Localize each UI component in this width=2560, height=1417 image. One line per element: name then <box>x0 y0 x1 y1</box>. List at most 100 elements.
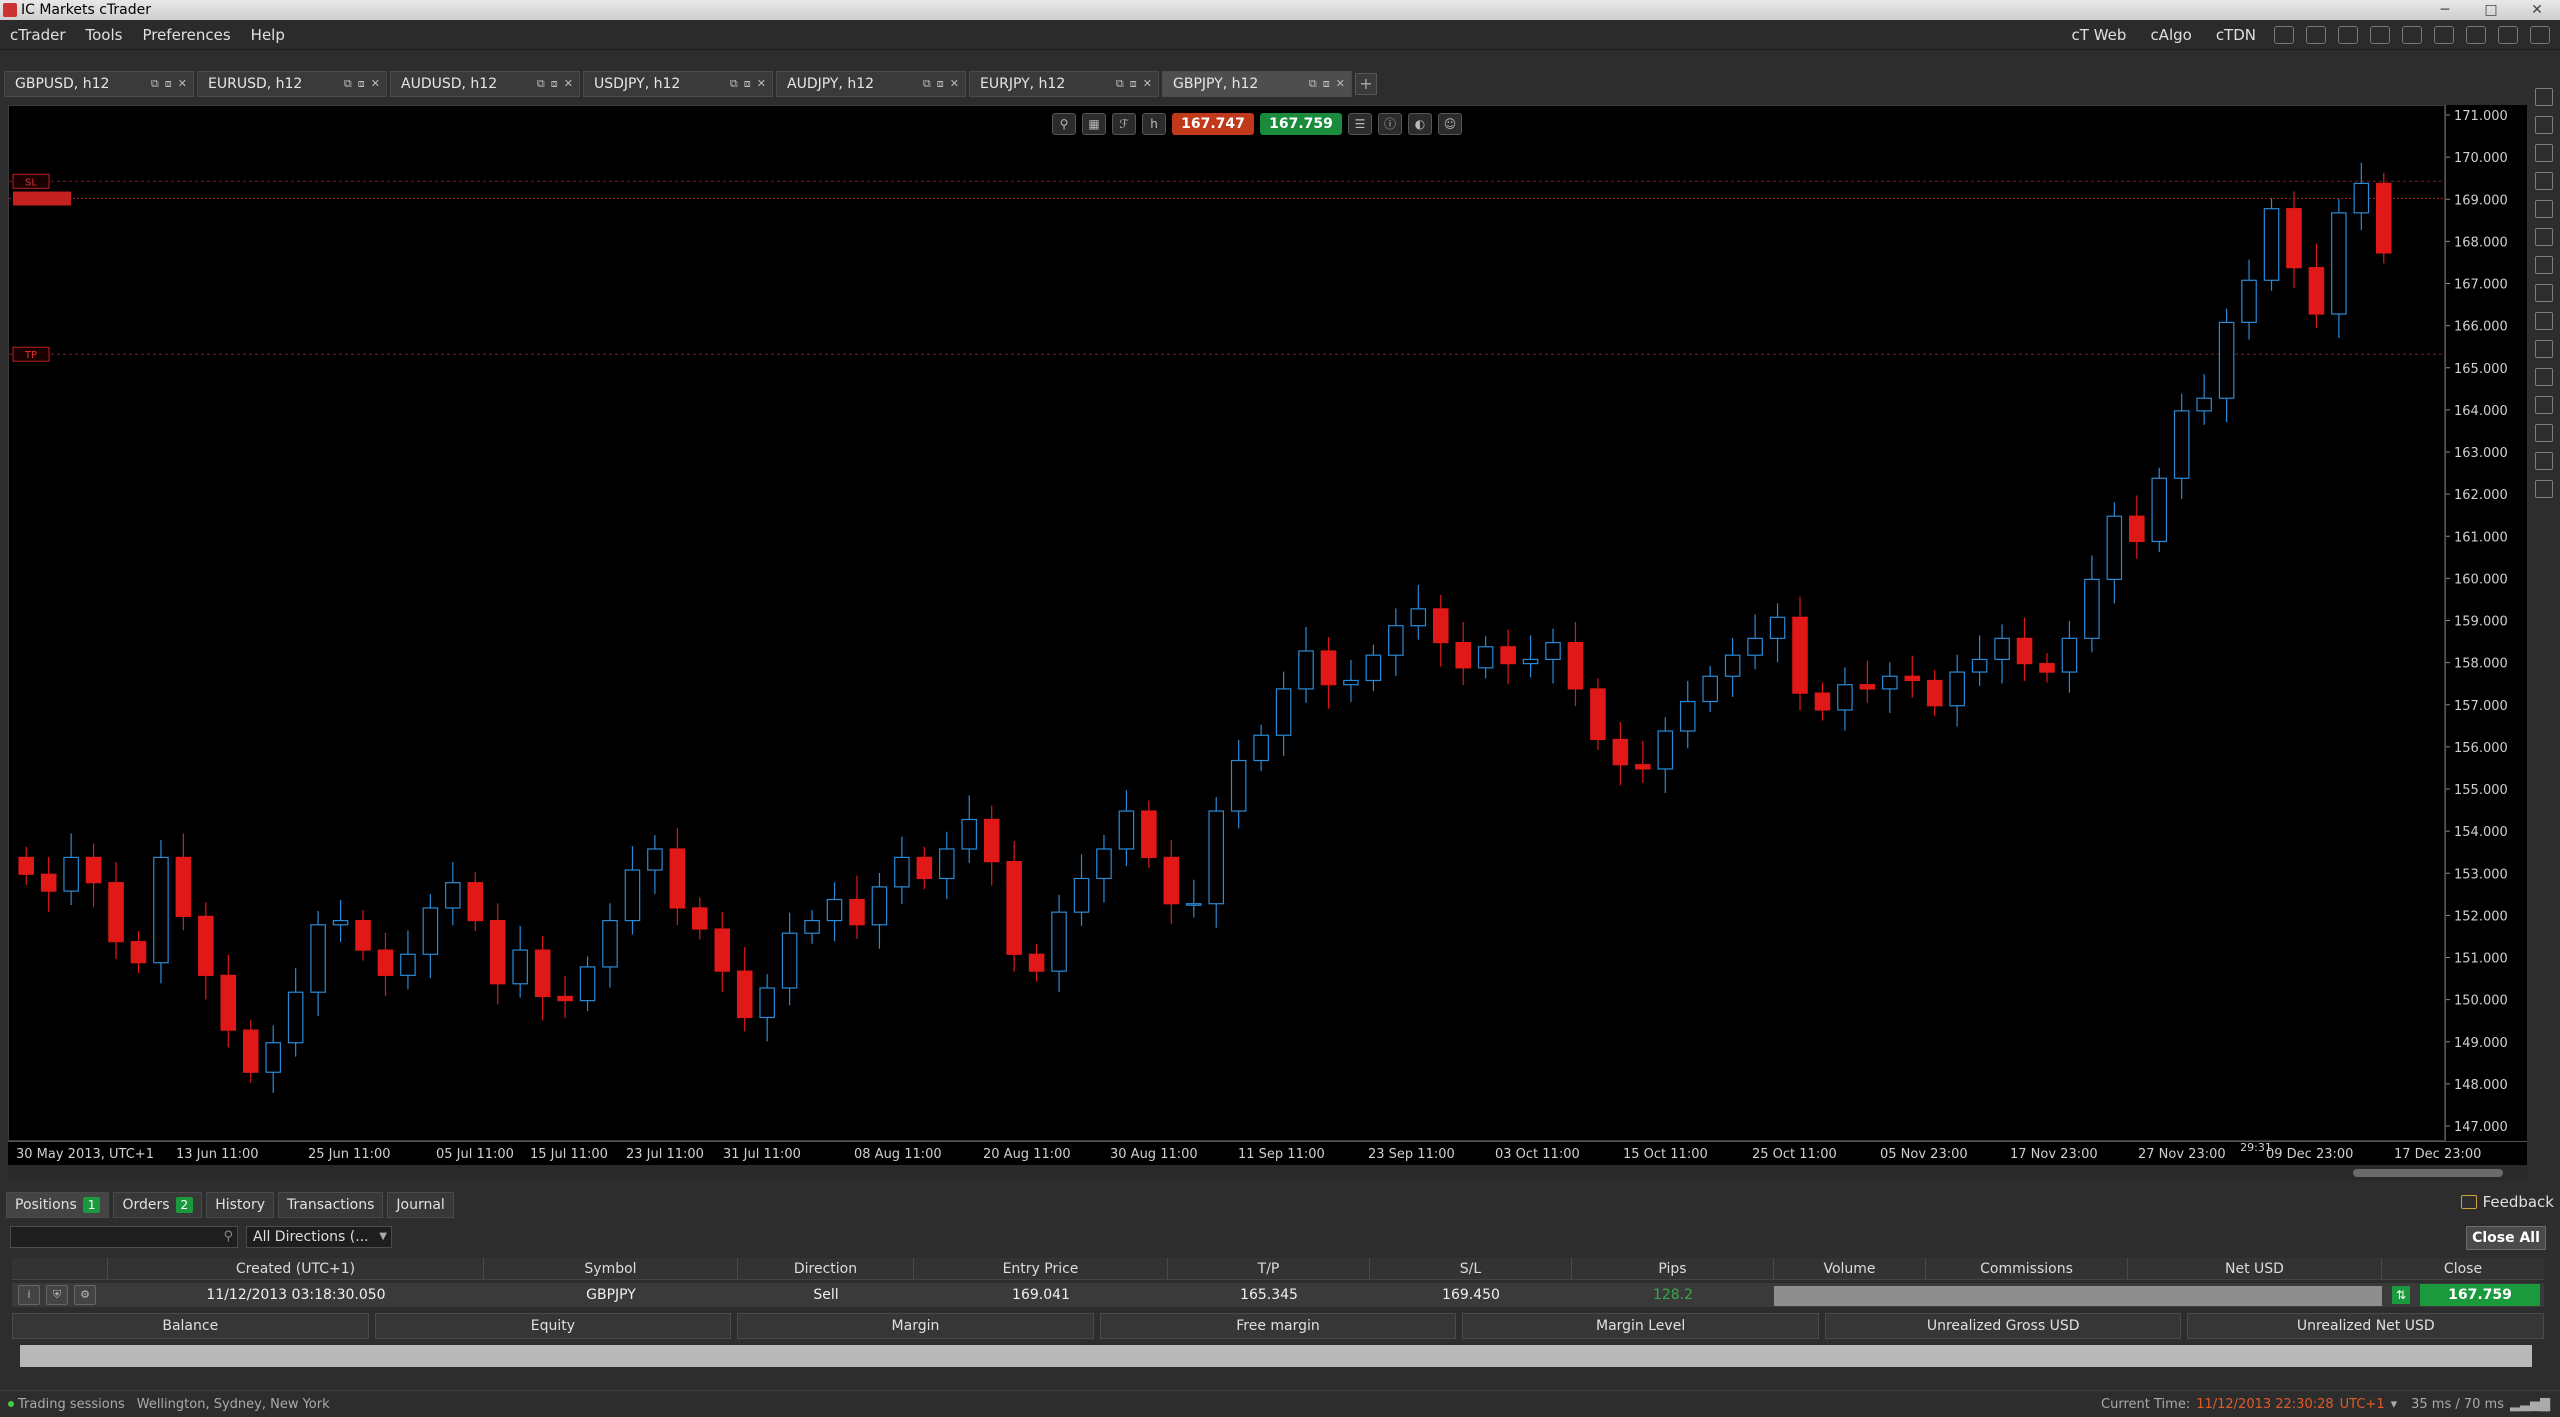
maximize-button[interactable]: □ <box>2468 2 2514 18</box>
link-icon[interactable]: ⧈ <box>744 77 751 91</box>
close-window-button[interactable]: ✕ <box>2514 2 2560 18</box>
close-icon[interactable]: ✕ <box>1143 77 1152 91</box>
feedback-button[interactable]: Feedback <box>2460 1193 2554 1211</box>
color-icon[interactable] <box>2534 452 2553 470</box>
table-row[interactable]: i ⛨ ⚙ 11/12/2013 03:18:30.050 GBPJPY Sel… <box>12 1283 2544 1307</box>
layout-full-icon[interactable] <box>2534 116 2553 134</box>
candlestick-chart[interactable]: SL TP <box>9 106 2446 1142</box>
tab-orders[interactable]: Orders 2 <box>113 1192 203 1218</box>
sentiment-icon[interactable]: ◐ <box>1408 113 1432 135</box>
col-tp[interactable]: T/P <box>1168 1258 1370 1279</box>
chart-tab[interactable]: AUDJPY, h12 ⧉ ⧈ ✕ <box>776 71 966 97</box>
col-commissions[interactable]: Commissions <box>1926 1258 2128 1279</box>
link-icon[interactable]: ⧈ <box>165 77 172 91</box>
calgo-link[interactable]: cAlgo <box>2144 26 2197 44</box>
info-icon[interactable]: ⓘ <box>1378 113 1402 135</box>
close-icon[interactable]: ✕ <box>950 77 959 91</box>
rectangle-icon[interactable] <box>2534 368 2553 386</box>
fibonacci-icon[interactable] <box>2534 312 2553 330</box>
link-icon[interactable]: ⧈ <box>551 77 558 91</box>
crosshair-icon[interactable] <box>2534 200 2553 218</box>
fx-calendar-icon[interactable] <box>2306 25 2326 44</box>
settings-icon[interactable] <box>2338 25 2358 44</box>
col-volume[interactable]: Volume <box>1774 1258 1926 1279</box>
order-list-icon[interactable]: ☰ <box>1348 113 1372 135</box>
col-entry-price[interactable]: Entry Price <box>914 1258 1168 1279</box>
detach-icon[interactable]: ⧉ <box>1309 77 1317 91</box>
buy-price-button[interactable]: 167.759 <box>1260 113 1342 135</box>
text-icon[interactable] <box>2534 424 2553 442</box>
notes-icon[interactable] <box>2274 25 2294 44</box>
layout-split-icon[interactable] <box>2534 144 2553 162</box>
channel-icon[interactable] <box>2534 284 2553 302</box>
link-icon[interactable]: ⧈ <box>1323 77 1330 91</box>
timeframe-icon[interactable]: h <box>1142 113 1166 135</box>
sell-price-button[interactable]: 167.747 <box>1172 113 1254 135</box>
line-icon[interactable] <box>2534 256 2553 274</box>
close-all-button[interactable]: Close All <box>2466 1226 2546 1250</box>
info-icon[interactable]: i <box>18 1285 40 1305</box>
chart-tab[interactable]: USDJPY, h12 ⧉ ⧈ ✕ <box>583 71 773 97</box>
price-axis[interactable]: 171.000 170.000 169.000 168.000 167.000 166.0… <box>2445 105 2527 1141</box>
col-symbol[interactable]: Symbol <box>484 1258 738 1279</box>
ellipse-icon[interactable] <box>2534 396 2553 414</box>
chart-area[interactable]: SL TP <box>8 105 2446 1142</box>
layout-icon[interactable] <box>2434 25 2454 44</box>
close-icon[interactable]: ✕ <box>178 77 187 91</box>
chart-tab[interactable]: GBPUSD, h12 ⧉ ⧈ ✕ <box>4 71 194 97</box>
col-pips[interactable]: Pips <box>1572 1258 1774 1279</box>
zoom-icon[interactable]: ⚲ <box>1052 113 1076 135</box>
trading-sessions-label[interactable]: Trading sessions <box>18 1397 125 1412</box>
link-icon[interactable]: ⧈ <box>358 77 365 91</box>
pitchfork-icon[interactable] <box>2534 340 2553 358</box>
chart-tab[interactable]: EURUSD, h12 ⧉ ⧈ ✕ <box>197 71 387 97</box>
indicators-icon[interactable]: ℱ <box>1112 113 1136 135</box>
detach-icon[interactable]: ⧉ <box>151 77 159 91</box>
scrollbar-thumb[interactable] <box>2353 1169 2503 1177</box>
gear-icon[interactable]: ⚙ <box>74 1285 96 1305</box>
layout-single-icon[interactable] <box>2534 88 2553 106</box>
detach-icon[interactable]: ⧉ <box>537 77 545 91</box>
tab-history[interactable]: History <box>206 1192 274 1218</box>
detach-icon[interactable]: ⧉ <box>1116 77 1124 91</box>
fullscreen-icon[interactable] <box>2530 25 2550 44</box>
chart-mode-icon[interactable] <box>2498 25 2518 44</box>
zoom-box-icon[interactable] <box>2534 228 2553 246</box>
tab-journal[interactable]: Journal <box>387 1192 454 1218</box>
add-tab-button[interactable]: + <box>1355 73 1377 95</box>
close-icon[interactable]: ✕ <box>564 77 573 91</box>
menu-help[interactable]: Help <box>241 26 295 44</box>
direction-filter-select[interactable]: All Directions (... ▼ <box>246 1226 392 1248</box>
ct-web-link[interactable]: cT Web <box>2066 26 2133 44</box>
time-axis[interactable]: 30 May 2013, UTC+1 13 Jun 11:00 25 Jun 11:… <box>8 1141 2527 1165</box>
cursor-icon[interactable] <box>2534 172 2553 190</box>
menu-preferences[interactable]: Preferences <box>132 26 240 44</box>
col-close[interactable]: Close <box>2382 1258 2544 1279</box>
signal-icon[interactable] <box>2370 25 2390 44</box>
chart-tab[interactable]: GBPJPY, h12 ⧉ ⧈ ✕ <box>1162 71 1352 97</box>
col-direction[interactable]: Direction <box>738 1258 914 1279</box>
detach-icon[interactable]: ⧉ <box>344 77 352 91</box>
tab-transactions[interactable]: Transactions <box>278 1192 384 1218</box>
detach-icon[interactable]: ⧉ <box>730 77 738 91</box>
modify-position-icon[interactable]: ⇅ <box>2391 1286 2411 1304</box>
tab-positions[interactable]: Positions 1 <box>6 1192 110 1218</box>
minimize-button[interactable]: ─ <box>2422 2 2468 18</box>
sound-icon[interactable] <box>2466 25 2486 44</box>
eraser-icon[interactable] <box>2534 480 2553 498</box>
positions-search-input[interactable]: ⚲ <box>10 1226 238 1248</box>
chevron-down-icon[interactable]: ▾ <box>2391 1397 2398 1412</box>
ctdn-link[interactable]: cTDN <box>2210 26 2262 44</box>
close-icon[interactable]: ✕ <box>371 77 380 91</box>
close-icon[interactable]: ✕ <box>757 77 766 91</box>
menu-ctrader[interactable]: cTrader <box>0 26 75 44</box>
link-icon[interactable]: ⧈ <box>1130 77 1137 91</box>
chart-horizontal-scrollbar[interactable] <box>8 1165 2527 1181</box>
detach-icon[interactable]: ⧉ <box>923 77 931 91</box>
col-net-usd[interactable]: Net USD <box>2128 1258 2382 1279</box>
protection-icon[interactable]: ⛨ <box>46 1285 68 1305</box>
timezone-select[interactable]: UTC+1 <box>2340 1397 2385 1412</box>
chart-type-icon[interactable]: ▦ <box>1082 113 1106 135</box>
trader-icon[interactable]: ☺ <box>1438 113 1462 135</box>
col-sl[interactable]: S/L <box>1370 1258 1572 1279</box>
